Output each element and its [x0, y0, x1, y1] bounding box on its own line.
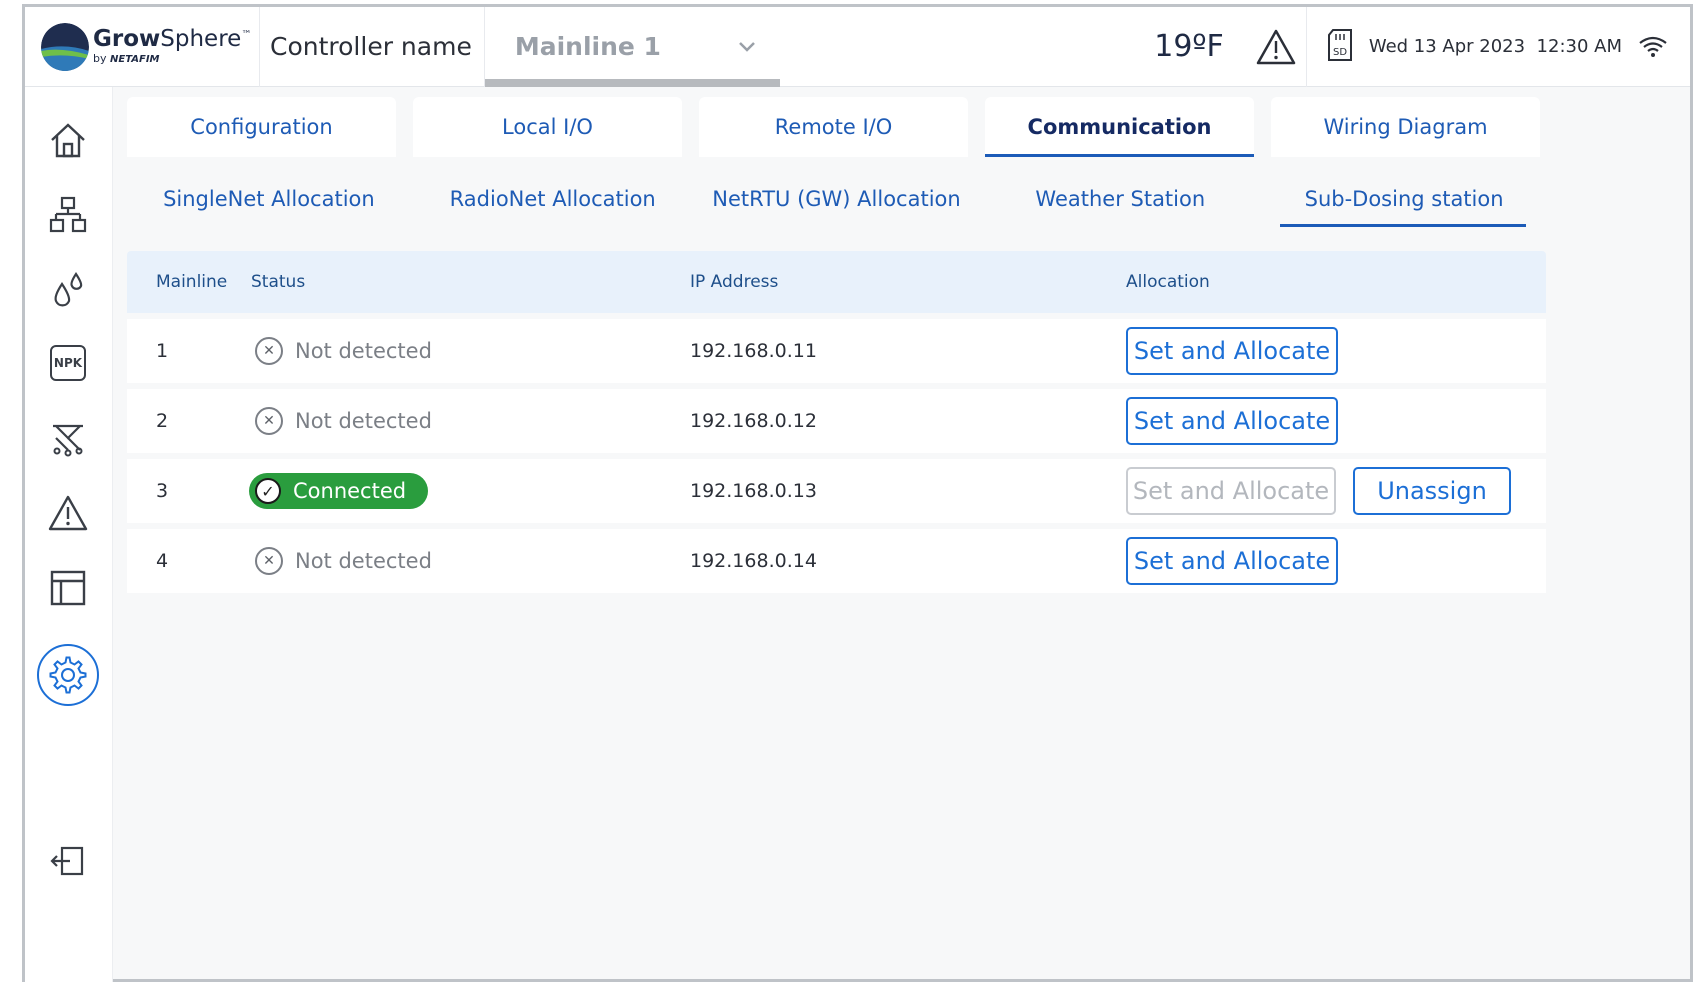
col-ip-address: IP Address [690, 272, 779, 292]
npk-icon[interactable]: NPK [39, 334, 97, 392]
date-time: Wed 13 Apr 2023 12:30 AM [1361, 36, 1630, 57]
time-text: 12:30 AM [1536, 36, 1622, 57]
ip-address: 192.168.0.12 [690, 410, 817, 432]
subtab-radionet[interactable]: RadioNet Allocation [411, 179, 695, 227]
table-row: 4 ✕ Not detected 192.168.0.14 Set and All… [127, 529, 1546, 593]
sprinkler-icon[interactable] [39, 409, 97, 467]
logo-by: by [93, 52, 107, 65]
main-tabs: Configuration Local I/O Remote I/O Commu… [127, 97, 1546, 157]
water-drops-icon[interactable] [39, 261, 97, 319]
subtab-weather-station[interactable]: Weather Station [978, 179, 1262, 227]
tab-local-io[interactable]: Local I/O [413, 97, 682, 157]
set-and-allocate-button[interactable]: Set and Allocate [1126, 327, 1338, 375]
x-circle-icon: ✕ [255, 547, 283, 575]
status-not-detected: ✕ Not detected [251, 407, 688, 435]
globe-logo-icon [41, 22, 89, 71]
network-icon[interactable] [39, 186, 97, 244]
table-row: 3 ✓ Connected 192.168.0.13 Set and Alloca… [127, 459, 1546, 523]
table-icon[interactable] [39, 559, 97, 617]
mainline-number: 1 [156, 340, 169, 362]
sub-tabs: SingleNet Allocation RadioNet Allocation… [127, 179, 1546, 227]
growsphere-logo: GrowSphere™ by NETAFIM [25, 6, 260, 87]
table-header: Mainline Status IP Address Allocation [127, 251, 1546, 313]
allocation-table: Mainline Status IP Address Allocation 1 … [127, 251, 1546, 593]
set-and-allocate-button-disabled: Set and Allocate [1126, 467, 1336, 515]
alarm-icon[interactable] [39, 484, 97, 542]
dropdown-underline [484, 78, 780, 87]
subtab-singlenet[interactable]: SingleNet Allocation [127, 179, 411, 227]
subtab-sub-dosing[interactable]: Sub-Dosing station [1262, 179, 1546, 227]
ip-address: 192.168.0.13 [690, 480, 817, 502]
tab-wiring-diagram[interactable]: Wiring Diagram [1271, 97, 1540, 157]
svg-text:SD: SD [1333, 47, 1347, 58]
chevron-down-icon [738, 34, 756, 59]
logout-icon[interactable] [39, 832, 97, 890]
status-text: Connected [293, 479, 407, 503]
unassign-button[interactable]: Unassign [1353, 467, 1511, 515]
mainline-dropdown[interactable]: Mainline 1 [484, 7, 780, 87]
table-row: 1 ✕ Not detected 192.168.0.11 Set and All… [127, 319, 1546, 383]
mainline-number: 2 [156, 410, 169, 432]
col-allocation: Allocation [1126, 272, 1210, 292]
set-and-allocate-button[interactable]: Set and Allocate [1126, 397, 1338, 445]
alarm-warning-icon[interactable] [1246, 7, 1306, 87]
mainline-number: 3 [156, 480, 169, 502]
status-text: Not detected [295, 409, 432, 433]
status-not-detected: ✕ Not detected [251, 547, 688, 575]
col-status: Status [251, 272, 306, 292]
main-content: Configuration Local I/O Remote I/O Commu… [127, 97, 1546, 593]
logo-name-rest: Sphere [160, 26, 242, 52]
status-not-detected: ✕ Not detected [251, 337, 688, 365]
logo-name-bold: Grow [93, 26, 161, 52]
x-circle-icon: ✕ [255, 407, 283, 435]
logo-trademark: ™ [241, 29, 252, 41]
col-mainline: Mainline [156, 272, 228, 292]
sd-card-icon: SD [1307, 28, 1361, 65]
status-text: Not detected [295, 339, 432, 363]
ip-address: 192.168.0.11 [690, 340, 817, 362]
status-text: Not detected [295, 549, 432, 573]
logo-brand: NETAFIM [110, 54, 160, 65]
side-nav: NPK [25, 87, 113, 982]
temperature-readout: 19ºF [1154, 29, 1224, 64]
table-row: 2 ✕ Not detected 192.168.0.12 Set and All… [127, 389, 1546, 453]
home-icon[interactable] [39, 111, 97, 169]
tab-configuration[interactable]: Configuration [127, 97, 396, 157]
check-circle-icon: ✓ [255, 478, 281, 504]
date-text: Wed 13 Apr 2023 [1368, 36, 1526, 57]
npk-label: NPK [50, 345, 86, 381]
set-and-allocate-button[interactable]: Set and Allocate [1126, 537, 1338, 585]
app-frame: GrowSphere™ by NETAFIM Controller name M… [22, 4, 1693, 982]
mainline-number: 4 [156, 550, 169, 572]
x-circle-icon: ✕ [255, 337, 283, 365]
tab-remote-io[interactable]: Remote I/O [699, 97, 968, 157]
mainline-dropdown-value: Mainline 1 [514, 32, 661, 61]
wifi-icon [1630, 35, 1690, 59]
status-connected-badge: ✓ Connected [249, 473, 429, 509]
top-bar: GrowSphere™ by NETAFIM Controller name M… [25, 6, 1690, 87]
controller-name-label: Controller name [260, 6, 485, 87]
subtab-netrtu[interactable]: NetRTU (GW) Allocation [695, 179, 979, 227]
tab-communication[interactable]: Communication [985, 97, 1254, 157]
ip-address: 192.168.0.14 [690, 550, 817, 572]
settings-icon[interactable] [37, 644, 99, 706]
